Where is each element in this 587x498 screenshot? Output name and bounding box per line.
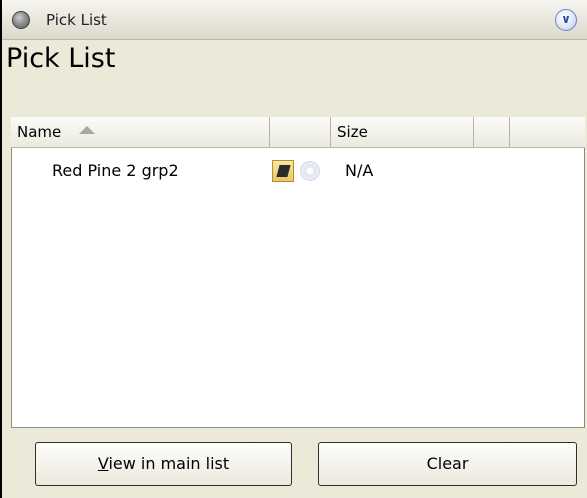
column-header-icons[interactable] (270, 117, 331, 147)
window-title: Pick List (46, 11, 107, 29)
pick-list-window: Pick List ∨ Pick List Name Size Red Pine… (0, 0, 587, 498)
collapse-chevron-icon[interactable]: ∨ (555, 9, 577, 31)
disc-icon[interactable] (300, 161, 320, 181)
column-label-name: Name (17, 123, 62, 141)
column-header-size[interactable]: Size (331, 117, 474, 147)
sort-ascending-icon (79, 125, 96, 134)
view-in-main-list-button[interactable]: View in main list (35, 442, 292, 486)
view-label-rest: iew in main list (108, 454, 230, 473)
table-header: Name Size (11, 117, 585, 148)
column-label-size: Size (337, 123, 368, 141)
row-icons (272, 160, 332, 182)
column-header-name[interactable]: Name (11, 117, 270, 147)
book-icon[interactable] (272, 160, 294, 182)
table-row[interactable]: Red Pine 2 grp2 N/A (11, 157, 585, 187)
clear-button[interactable]: Clear (318, 442, 577, 486)
column-header-extra-2[interactable] (510, 117, 585, 147)
window-status-icon (12, 11, 30, 29)
column-header-extra-1[interactable] (474, 117, 510, 147)
title-bar: Pick List ∨ (2, 0, 587, 40)
row-size: N/A (345, 161, 374, 180)
row-name: Red Pine 2 grp2 (52, 161, 179, 180)
view-mnemonic: V (97, 454, 109, 473)
page-title: Pick List (6, 43, 116, 74)
